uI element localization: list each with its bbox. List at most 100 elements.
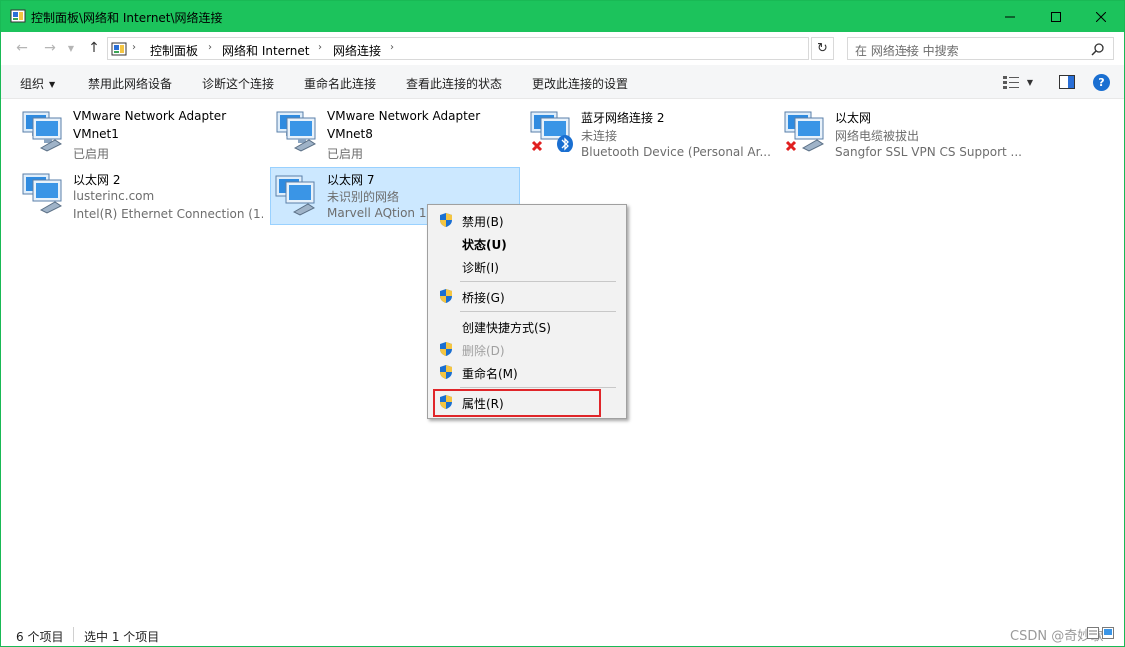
connection-detail: 未连接 bbox=[581, 129, 618, 143]
connection-status: 已启用 bbox=[327, 147, 364, 161]
menu-item-label: 删除(D) bbox=[462, 344, 505, 358]
menu-item-bridge[interactable]: 桥接(G) bbox=[430, 285, 624, 307]
view-status-button[interactable]: 查看此连接的状态 bbox=[406, 75, 502, 92]
search-input[interactable]: 在 网络连接 中搜索 bbox=[855, 42, 959, 59]
large-icons-toggle-icon[interactable] bbox=[1102, 627, 1114, 639]
connection-detail: 网络电缆被拔出 bbox=[835, 129, 920, 143]
help-button[interactable]: ? bbox=[1093, 74, 1110, 91]
breadcrumb-network-internet[interactable]: 网络和 Internet bbox=[222, 42, 309, 59]
connection-name: VMware Network Adapter bbox=[73, 109, 227, 123]
arrow-left-icon: ← bbox=[16, 40, 28, 56]
arrow-right-icon: → bbox=[44, 40, 56, 56]
caret-down-icon: ▼ bbox=[49, 80, 56, 89]
explorer-window: 控制面板\网络和 Internet\网络连接 ← → ▼ ↑ › 控制面板 › … bbox=[0, 0, 1125, 647]
details-view-icon bbox=[1003, 76, 1019, 89]
change-view-button[interactable] bbox=[1001, 73, 1021, 91]
menu-item-create-shortcut[interactable]: 创建快捷方式(S) bbox=[430, 315, 624, 337]
connection-name: 以太网 7 bbox=[327, 173, 375, 187]
menu-item-label: 状态(U) bbox=[462, 238, 507, 252]
menu-separator bbox=[460, 387, 616, 388]
menu-item-rename[interactable]: 重命名(M) bbox=[430, 361, 624, 383]
breadcrumb-control-panel[interactable]: 控制面板 bbox=[150, 42, 198, 59]
arrow-up-icon: ↑ bbox=[88, 40, 100, 56]
title-bar[interactable]: 控制面板\网络和 Internet\网络连接 bbox=[1, 1, 1124, 32]
connection-status: Intel(R) Ethernet Connection (1... bbox=[73, 207, 263, 221]
menu-item-delete: 删除(D) bbox=[430, 338, 624, 360]
search-icon bbox=[1091, 43, 1104, 56]
highlight-box bbox=[433, 389, 601, 417]
menu-item-label: 诊断(I) bbox=[462, 261, 499, 275]
connection-status: 已启用 bbox=[73, 147, 110, 161]
menu-item-label: 禁用(B) bbox=[462, 215, 504, 229]
view-options-dropdown[interactable]: ▼ bbox=[1023, 73, 1037, 91]
address-bar[interactable]: › 控制面板 › 网络和 Internet › 网络连接 › ⌄ bbox=[107, 37, 911, 60]
maximize-icon bbox=[1050, 11, 1061, 22]
connection-item-bluetooth[interactable]: 蓝牙网络连接 2 未连接 Bluetooth Device (Personal … bbox=[525, 102, 775, 160]
status-view-toggles bbox=[1087, 627, 1114, 639]
search-box[interactable]: 在 网络连接 中搜索 bbox=[847, 37, 1114, 60]
connection-item-ethernet-2[interactable]: 以太网 2 lusterinc.com Intel(R) Ethernet Co… bbox=[17, 164, 267, 222]
menu-item-label: 桥接(G) bbox=[462, 291, 505, 305]
diagnose-button[interactable]: 诊断这个连接 bbox=[202, 75, 274, 92]
menu-separator bbox=[460, 281, 616, 282]
connection-detail: 未识别的网络 bbox=[327, 190, 400, 204]
control-panel-icon bbox=[111, 42, 127, 56]
preview-pane-button[interactable] bbox=[1057, 73, 1077, 91]
connection-name: 蓝牙网络连接 2 bbox=[581, 111, 665, 125]
command-bar: 组织 ▼ 禁用此网络设备 诊断这个连接 重命名此连接 查看此连接的状态 更改此连接… bbox=[1, 65, 1124, 99]
refresh-icon: ↻ bbox=[817, 41, 828, 56]
rename-button[interactable]: 重命名此连接 bbox=[304, 75, 376, 92]
help-icon: ? bbox=[1098, 76, 1105, 89]
close-button[interactable] bbox=[1078, 1, 1123, 32]
breadcrumb-network-connections[interactable]: 网络连接 bbox=[333, 42, 381, 59]
organize-label: 组织 bbox=[20, 77, 45, 91]
connection-item-vmnet8[interactable]: VMware Network Adapter VMnet8 已启用 bbox=[271, 102, 521, 161]
connection-detail: VMnet8 bbox=[327, 127, 373, 141]
chevron-right-icon: › bbox=[390, 42, 394, 53]
menu-separator bbox=[460, 311, 616, 312]
window-title: 控制面板\网络和 Internet\网络连接 bbox=[31, 11, 223, 25]
menu-item-status[interactable]: 状态(U) bbox=[430, 232, 624, 254]
item-count: 6 个项目 bbox=[16, 630, 64, 644]
network-adapter-icon bbox=[275, 175, 315, 216]
menu-item-disable[interactable]: 禁用(B) bbox=[430, 209, 624, 231]
chevron-right-icon: › bbox=[318, 42, 322, 53]
connection-status: Sangfor SSL VPN CS Support ... bbox=[835, 145, 1022, 159]
bluetooth-adapter-icon bbox=[530, 111, 573, 152]
back-button[interactable]: ← bbox=[13, 39, 31, 57]
network-adapter-disconnected-icon bbox=[784, 111, 824, 152]
recent-locations-button[interactable]: ▼ bbox=[65, 39, 77, 57]
connection-item-ethernet[interactable]: 以太网 网络电缆被拔出 Sangfor SSL VPN CS Support .… bbox=[779, 102, 1029, 160]
maximize-button[interactable] bbox=[1033, 1, 1078, 32]
status-divider bbox=[73, 627, 74, 642]
connection-name: VMware Network Adapter bbox=[327, 109, 481, 123]
connection-item-vmnet1[interactable]: VMware Network Adapter VMnet1 已启用 bbox=[17, 102, 267, 161]
caret-down-icon: ▼ bbox=[1026, 77, 1034, 87]
address-row: ← → ▼ ↑ › 控制面板 › 网络和 Internet › 网络连接 › ⌄… bbox=[1, 32, 1124, 65]
minimize-icon bbox=[1004, 16, 1015, 17]
forward-button[interactable]: → bbox=[41, 39, 59, 57]
uac-shield-icon bbox=[440, 342, 452, 356]
network-adapter-icon bbox=[276, 111, 316, 152]
disable-device-button[interactable]: 禁用此网络设备 bbox=[88, 75, 172, 92]
menu-item-label: 重命名(M) bbox=[462, 367, 518, 381]
chevron-right-icon: › bbox=[208, 42, 212, 53]
change-settings-button[interactable]: 更改此连接的设置 bbox=[532, 75, 628, 92]
organize-menu[interactable]: 组织 ▼ bbox=[20, 75, 55, 92]
refresh-button[interactable]: ↻ bbox=[811, 37, 834, 60]
minimize-button[interactable] bbox=[987, 1, 1032, 32]
preview-pane-icon bbox=[1059, 75, 1075, 89]
connection-name: 以太网 bbox=[835, 111, 872, 125]
menu-item-label: 创建快捷方式(S) bbox=[462, 321, 551, 335]
chevron-down-icon: ▼ bbox=[67, 43, 75, 53]
menu-item-diagnose[interactable]: 诊断(I) bbox=[430, 255, 624, 277]
up-button[interactable]: ↑ bbox=[85, 39, 103, 57]
uac-shield-icon bbox=[440, 365, 452, 379]
details-view-toggle-icon[interactable] bbox=[1087, 627, 1099, 639]
connection-name: 以太网 2 bbox=[73, 173, 121, 187]
context-menu: 禁用(B) 状态(U) 诊断(I) 桥接(G) 创建快捷方式(S) 删除(D) … bbox=[427, 204, 627, 419]
selection-count: 选中 1 个项目 bbox=[84, 630, 160, 644]
uac-shield-icon bbox=[440, 213, 452, 227]
close-icon bbox=[1095, 11, 1106, 22]
connection-detail: VMnet1 bbox=[73, 127, 119, 141]
